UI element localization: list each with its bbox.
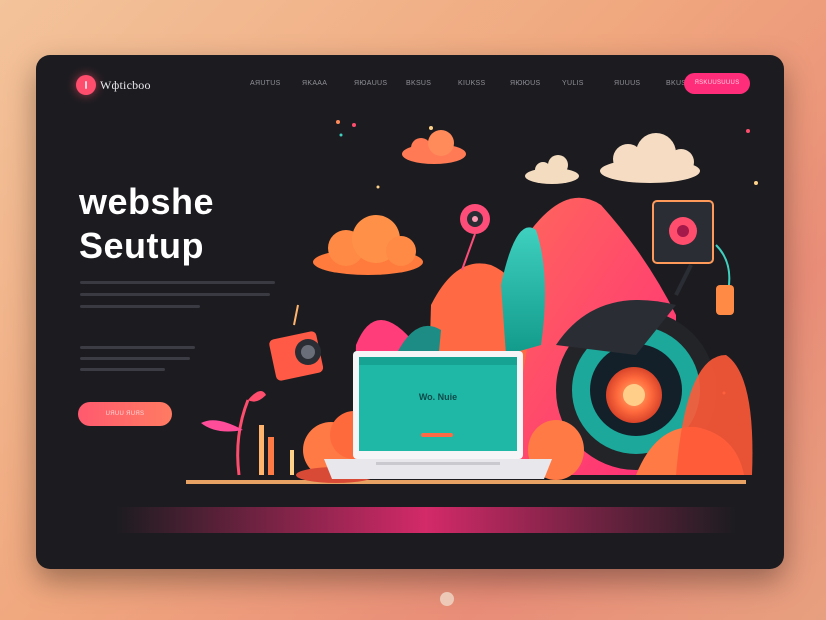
nav-item-6[interactable]: ЯЮЮUS [510,80,562,87]
hero-title: webshe Seutup [79,180,214,268]
floor-line [186,480,746,484]
hero-description-placeholder [80,281,280,317]
nav-cta-button[interactable]: ЯSKUUSUUUS [684,73,750,94]
nav-item-5[interactable]: KIUKSS [458,80,510,87]
nav-item-1[interactable]: AЯUTUS [250,80,302,87]
cloud-cream-large [600,133,700,183]
cloud-orange-top [402,130,466,164]
logo-icon [76,75,96,95]
floating-sensor [460,204,490,271]
website-mockup-window: Wo. Nuie Wфticboo AЯUTUS ЯKAAA ЯЮAUUS BK… [36,55,784,569]
hero-cta-button[interactable]: UЯUU ЯUЯS [78,402,172,426]
nav-item-2[interactable]: ЯKAAA [302,80,354,87]
cloud-orange-left [313,215,423,275]
navbar: Wфticboo AЯUTUS ЯKAAA ЯЮAUUS BKSUS KIUKS… [36,55,784,115]
brand-name[interactable]: Wфticboo [100,78,151,93]
plants-left [201,391,294,476]
hero-title-line1: webshe [79,181,215,222]
shape-teal-leaf [501,227,545,355]
hero-title-line2: Seutup [79,225,204,266]
nav-item-7[interactable]: YULIS [562,80,614,87]
nav-item-8[interactable]: ЯUUUS [614,80,666,87]
laptop-screen-text: Wo. Nuie [419,392,457,402]
laptop [324,351,552,479]
page-indicator-dot [440,592,454,606]
cloud-cream-small [525,155,579,184]
nav-item-3[interactable]: ЯЮAUUS [354,80,406,87]
nav-menu: AЯUTUS ЯKAAA ЯЮAUUS BKSUS KIUKSS ЯЮЮUS Y… [250,80,718,87]
hero-subtext-placeholder [80,346,230,379]
nav-item-4[interactable]: BKSUS [406,80,458,87]
floor-glow [116,507,736,533]
